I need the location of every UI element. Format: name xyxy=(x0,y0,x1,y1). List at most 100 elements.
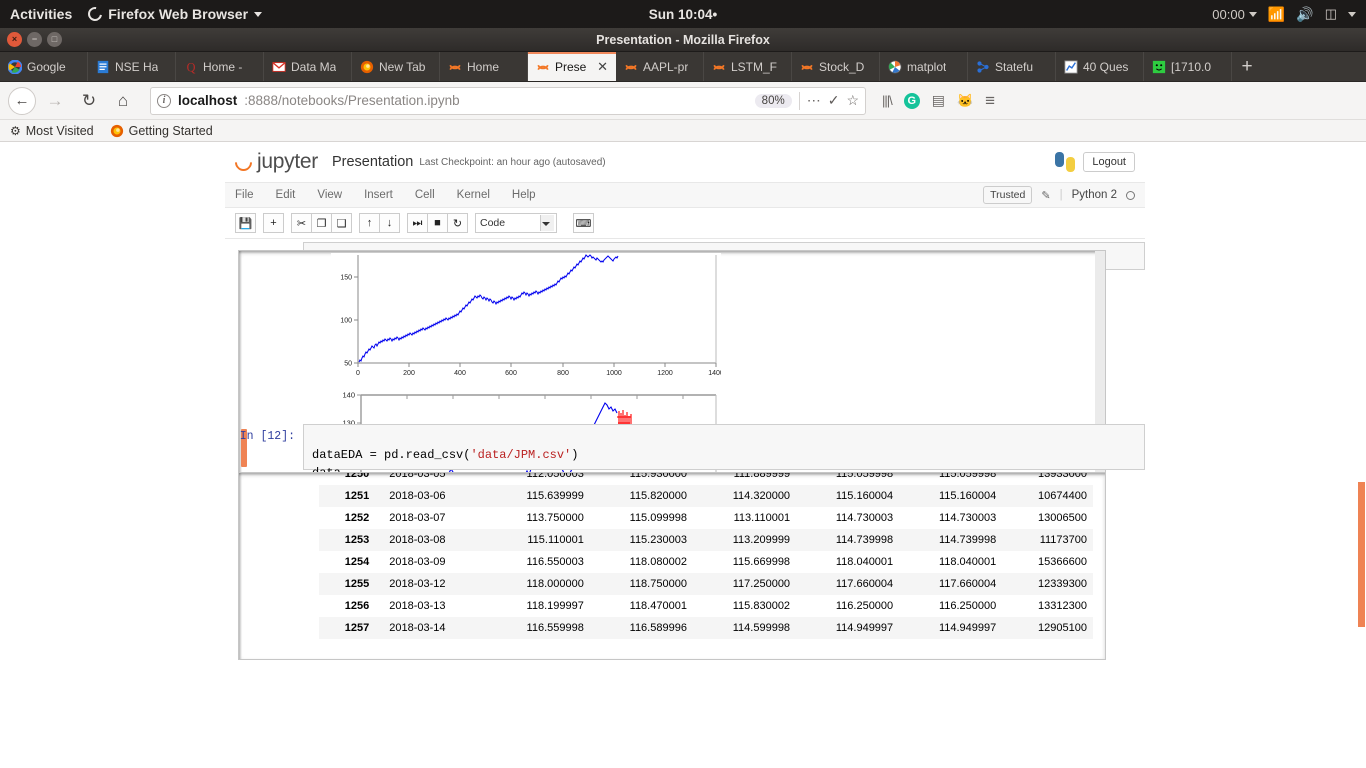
page-scrollbar-thumb[interactable] xyxy=(1358,482,1365,627)
grammarly-icon[interactable]: G xyxy=(903,92,920,109)
library-icon[interactable]: |||\ xyxy=(882,93,893,108)
insert-cell-button[interactable]: + xyxy=(263,213,284,233)
browser-tab-active[interactable]: Prese ✕ xyxy=(528,52,616,81)
browser-tab[interactable]: AAPL-pr xyxy=(616,52,704,81)
move-cell-down-button[interactable]: ↓ xyxy=(379,213,400,233)
browser-tab[interactable]: 40 Ques xyxy=(1056,52,1144,81)
cell-high: 115.099998 xyxy=(629,512,687,524)
browser-tab[interactable]: NSE Ha xyxy=(88,52,176,81)
table-row[interactable]: 1252 2018-03-07 113.750000 115.099998 11… xyxy=(319,507,1093,529)
stop-kernel-button[interactable]: ■ xyxy=(427,213,448,233)
url-bar[interactable]: i localhost:8888/notebooks/Presentation.… xyxy=(150,86,866,115)
menu-kernel[interactable]: Kernel xyxy=(457,189,490,201)
sidebar-icon[interactable]: ▤ xyxy=(932,92,945,109)
svg-text:0: 0 xyxy=(356,370,360,377)
cell-date: 2018-03-06 xyxy=(389,490,446,502)
tab-label: Prese xyxy=(555,59,587,74)
svg-text:1400: 1400 xyxy=(708,370,721,377)
zoom-level-badge[interactable]: 80% xyxy=(754,93,792,108)
reload-button[interactable]: ↻ xyxy=(74,87,104,115)
active-app-menu[interactable]: Firefox Web Browser xyxy=(85,4,263,24)
code-editor[interactable]: dataEDA = pd.read_csv('data/JPM.csv') da… xyxy=(303,424,1145,480)
battery-icon[interactable]: ◫ xyxy=(1325,6,1337,22)
menu-insert[interactable]: Insert xyxy=(364,189,393,201)
logout-button[interactable]: Logout xyxy=(1083,152,1135,172)
system-menu-caret-down-icon[interactable] xyxy=(1348,11,1356,17)
notebook-name[interactable]: Presentation xyxy=(332,154,413,170)
new-tab-button[interactable]: + xyxy=(1232,52,1262,81)
table-row[interactable]: 1256 2018-03-13 118.199997 118.470001 11… xyxy=(319,595,1093,617)
menu-edit[interactable]: Edit xyxy=(276,189,296,201)
active-app-label: Firefox Web Browser xyxy=(108,6,249,22)
tab-label: Home xyxy=(467,59,500,74)
back-button[interactable]: ← xyxy=(8,86,36,115)
browser-tab[interactable]: Statefu xyxy=(968,52,1056,81)
gmail-icon xyxy=(272,61,286,72)
row-index: 1251 xyxy=(344,490,370,502)
table-row[interactable]: 1255 2018-03-12 118.000000 118.750000 11… xyxy=(319,573,1093,595)
pocket-icon[interactable]: ✓ xyxy=(828,92,840,109)
cut-cell-button[interactable]: ✂ xyxy=(291,213,312,233)
cell-date: 2018-03-07 xyxy=(389,512,446,524)
home-button[interactable]: ⌂ xyxy=(108,87,138,115)
window-minimize-button[interactable]: − xyxy=(27,32,42,47)
trusted-badge[interactable]: Trusted xyxy=(983,186,1033,204)
table-row[interactable]: 1251 2018-03-06 115.639999 115.820000 11… xyxy=(319,485,1093,507)
table-row[interactable]: 1253 2018-03-08 115.110001 115.230003 11… xyxy=(319,529,1093,551)
bookmark-star-icon[interactable]: ☆ xyxy=(846,92,859,109)
browser-tab[interactable]: New Tab xyxy=(352,52,440,81)
menu-view[interactable]: View xyxy=(317,189,342,201)
jupyter-logo[interactable]: jupyter xyxy=(231,149,318,175)
site-info-icon[interactable]: i xyxy=(157,93,171,108)
table-row[interactable]: 1250 2018-03-05 112.050003 115.930000 11… xyxy=(319,473,1093,485)
wifi-icon[interactable]: 📶 xyxy=(1268,6,1285,23)
page-scrollbar-track[interactable] xyxy=(1357,142,1366,767)
close-icon[interactable]: ✕ xyxy=(597,59,608,75)
edit-pencil-icon[interactable]: ✎ xyxy=(1041,189,1050,202)
tab-label: [1710.0 xyxy=(1171,59,1212,74)
bookmark-label: Getting Started xyxy=(128,123,213,138)
extension-icon[interactable]: 🐱 xyxy=(957,93,973,109)
cell-volume: 12905100 xyxy=(1038,622,1087,634)
timer-label[interactable]: 00:00 xyxy=(1212,7,1245,22)
dataframe-output-scroll-area[interactable]: 1250 2018-03-05 112.050003 115.930000 11… xyxy=(238,472,1106,660)
copy-cell-button[interactable]: ❐ xyxy=(311,213,332,233)
forward-button[interactable]: → xyxy=(40,87,70,115)
menu-file[interactable]: File xyxy=(235,189,254,201)
run-cell-button[interactable]: ⏭ xyxy=(407,213,428,233)
save-button[interactable]: 💾 xyxy=(235,213,256,233)
code-line-1-b: ) xyxy=(571,448,579,463)
browser-tab[interactable]: Stock_D xyxy=(792,52,880,81)
browser-tab[interactable]: matplot xyxy=(880,52,968,81)
restart-kernel-button[interactable]: ↻ xyxy=(447,213,468,233)
paste-cell-button[interactable]: ❑ xyxy=(331,213,352,233)
bookmark-most-visited[interactable]: ⚙ Most Visited xyxy=(10,124,94,138)
browser-tab[interactable]: Q Home - xyxy=(176,52,264,81)
hamburger-menu-icon[interactable]: ≡ xyxy=(985,91,995,111)
bookmark-getting-started[interactable]: Getting Started xyxy=(110,124,213,138)
page-actions-icon[interactable]: ⋯ xyxy=(807,92,821,109)
page-viewport: jupyter Presentation Last Checkpoint: an… xyxy=(0,142,1366,767)
tab-label: Google xyxy=(27,59,66,74)
menu-cell[interactable]: Cell xyxy=(415,189,435,201)
code-cell-dataeda[interactable]: In [12]: dataEDA = pd.read_csv('data/JPM… xyxy=(225,424,1145,660)
browser-tab[interactable]: Data Ma xyxy=(264,52,352,81)
command-palette-button[interactable]: ⌨ xyxy=(573,213,594,233)
move-cell-up-button[interactable]: ↑ xyxy=(359,213,380,233)
activities-button[interactable]: Activities xyxy=(10,6,72,22)
figure-1-cumulative-price: 50 100 150 0 200 400 600 800 1000 1200 1… xyxy=(331,253,721,377)
table-row[interactable]: 1254 2018-03-09 116.550003 118.080002 11… xyxy=(319,551,1093,573)
table-row[interactable]: 1257 2018-03-14 116.559998 116.589996 11… xyxy=(319,617,1093,639)
svg-text:800: 800 xyxy=(557,370,569,377)
code-cell-print[interactable]: print(returnArray()) xyxy=(225,242,1145,516)
window-maximize-button[interactable]: □ xyxy=(47,32,62,47)
jupyter-icon xyxy=(231,149,256,175)
window-close-button[interactable]: × xyxy=(7,32,22,47)
cell-type-select[interactable]: Code xyxy=(475,213,557,233)
browser-tab[interactable]: Google xyxy=(0,52,88,81)
menu-help[interactable]: Help xyxy=(512,189,536,201)
browser-tab[interactable]: LSTM_F xyxy=(704,52,792,81)
browser-tab[interactable]: Home xyxy=(440,52,528,81)
browser-tab[interactable]: [1710.0 xyxy=(1144,52,1232,81)
volume-muted-icon[interactable]: 🔊 xyxy=(1296,6,1313,23)
